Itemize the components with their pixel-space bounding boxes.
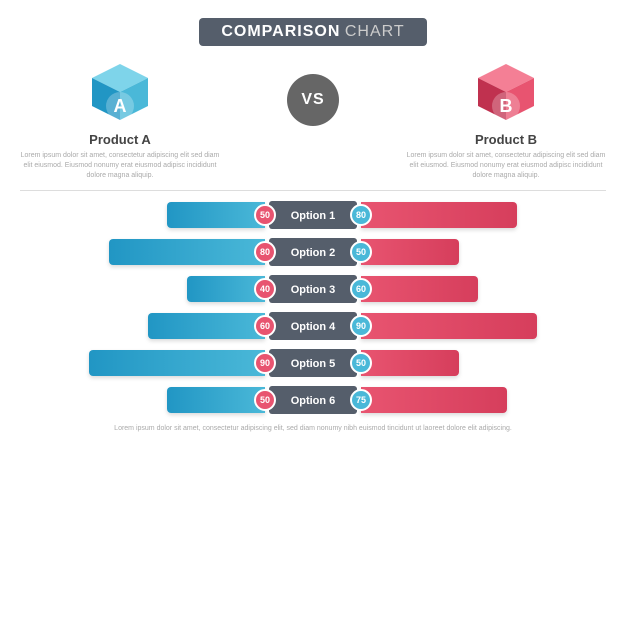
comparison-row: 90 Option 5 50 [20,347,606,379]
product-b: B Product B Lorem ipsum dolor sit amet, … [406,60,606,180]
option-label: Option 2 [291,247,336,259]
value-badge-right: 75 [350,389,372,411]
product-a-name: Product A [89,132,151,147]
option-label: Option 5 [291,358,336,370]
page: COMPARISON CHART A Product A Lorem ipsum… [0,0,626,626]
product-a: A Product A Lorem ipsum dolor sit amet, … [20,60,220,180]
bar-left: 80 [109,239,265,265]
bar-right-container: 80 [357,202,606,228]
value-badge-right: 50 [350,241,372,263]
bar-left: 50 [167,202,265,228]
value-badge-left: 40 [254,278,276,300]
comparison-row: 50 Option 1 80 [20,199,606,231]
value-badge-left: 80 [254,241,276,263]
product-a-desc: Lorem ipsum dolor sit amet, consectetur … [20,151,220,180]
bar-left: 60 [148,313,265,339]
bar-left: 90 [89,350,265,376]
title-sub: CHART [345,23,405,40]
bar-left-container: 40 [20,276,269,302]
bar-left: 50 [167,387,265,413]
bar-right: 50 [361,239,459,265]
cube-b-icon: B [470,60,542,132]
option-label: Option 6 [291,395,336,407]
title-main: COMPARISON [221,23,340,40]
product-b-desc: Lorem ipsum dolor sit amet, consectetur … [406,151,606,180]
bar-left-container: 80 [20,239,269,265]
bar-right-container: 50 [357,239,606,265]
option-label-box: Option 1 [269,201,357,229]
comparison-row: 40 Option 3 60 [20,273,606,305]
option-label-box: Option 3 [269,275,357,303]
footer-text: Lorem ipsum dolor sit amet, consectetur … [114,424,512,435]
value-badge-left: 50 [254,389,276,411]
vs-label: VS [301,91,324,109]
cube-a-icon: A [84,60,156,132]
bar-right: 75 [361,387,507,413]
value-badge-right: 90 [350,315,372,337]
comparison-row: 60 Option 4 90 [20,310,606,342]
value-badge-left: 50 [254,204,276,226]
bar-left-container: 50 [20,387,269,413]
bar-right-container: 90 [357,313,606,339]
option-label: Option 1 [291,210,336,222]
bar-left-container: 90 [20,350,269,376]
value-badge-left: 90 [254,352,276,374]
bar-right: 50 [361,350,459,376]
bar-left: 40 [187,276,265,302]
svg-text:A: A [114,96,127,116]
comparison-row: 50 Option 6 75 [20,384,606,416]
value-badge-right: 80 [350,204,372,226]
comparison-row: 80 Option 2 50 [20,236,606,268]
bar-left-container: 50 [20,202,269,228]
product-b-name: Product B [475,132,537,147]
option-label: Option 4 [291,321,336,333]
bar-right-container: 60 [357,276,606,302]
value-badge-left: 60 [254,315,276,337]
title-box: COMPARISON CHART [199,18,426,46]
option-label-box: Option 5 [269,349,357,377]
value-badge-right: 50 [350,352,372,374]
value-badge-right: 60 [350,278,372,300]
svg-text:B: B [500,96,513,116]
bar-right: 60 [361,276,478,302]
bar-left-container: 60 [20,313,269,339]
option-label-box: Option 4 [269,312,357,340]
bar-right-container: 50 [357,350,606,376]
option-label-box: Option 6 [269,386,357,414]
products-row: A Product A Lorem ipsum dolor sit amet, … [20,60,606,180]
option-label: Option 3 [291,284,336,296]
vs-circle: VS [287,74,339,126]
comparison-rows: 50 Option 1 80 80 Option 2 50 40 [20,199,606,416]
bar-right: 90 [361,313,537,339]
option-label-box: Option 2 [269,238,357,266]
divider [20,190,606,191]
bar-right: 80 [361,202,517,228]
bar-right-container: 75 [357,387,606,413]
